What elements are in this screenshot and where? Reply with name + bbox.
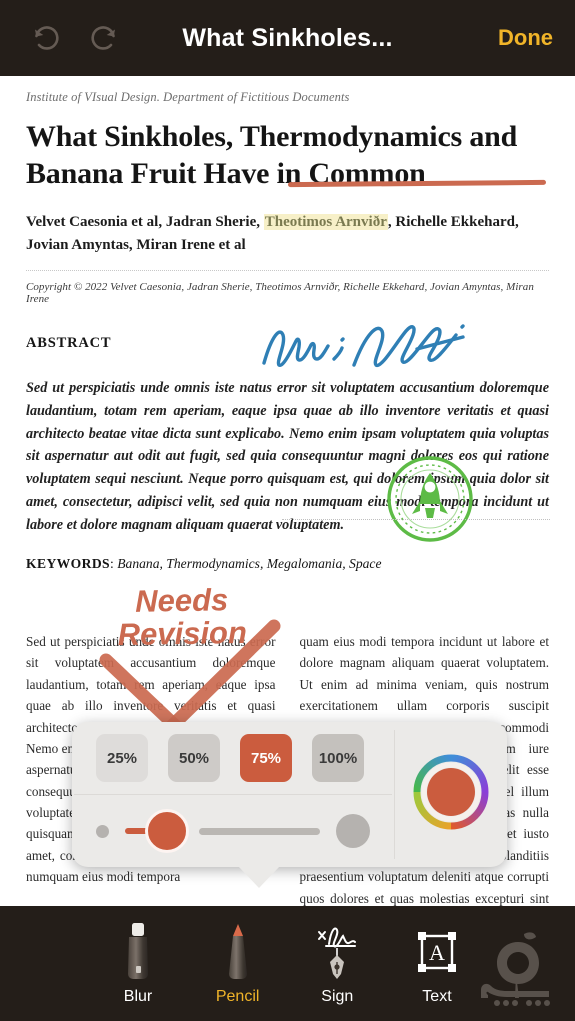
rocket-stamp-icon bbox=[387, 456, 473, 547]
top-toolbar: What Sinkholes... Done bbox=[0, 0, 575, 76]
color-wheel-picker[interactable] bbox=[413, 754, 489, 835]
tool-text-label: Text bbox=[422, 988, 452, 1005]
tool-pencil[interactable]: Pencil bbox=[195, 920, 281, 1006]
popup-right-section bbox=[395, 722, 507, 867]
slider-track-remaining bbox=[199, 827, 320, 835]
annotation-line1: Needs bbox=[134, 582, 229, 619]
text-box-icon: A bbox=[394, 920, 480, 982]
copyright-line: Copyright © 2022 Velvet Caesonia, Jadran… bbox=[26, 281, 534, 306]
popup-left-section: 25% 50% 75% 100% bbox=[72, 722, 394, 867]
tool-pencil-label: Pencil bbox=[215, 988, 260, 1005]
divider-dotted-mid bbox=[282, 519, 550, 520]
blur-marker-icon bbox=[95, 920, 181, 982]
size-button-100[interactable]: 100% bbox=[312, 734, 364, 782]
tool-text[interactable]: A Text bbox=[394, 920, 480, 1006]
annotation-line2: Revision bbox=[117, 615, 248, 653]
popup-pointer-tail bbox=[238, 866, 280, 888]
keywords-value: Banana, Thermodynamics, Megalomania, Spa… bbox=[117, 556, 382, 572]
slider-knob[interactable] bbox=[145, 809, 189, 853]
slider-track[interactable] bbox=[125, 809, 320, 853]
size-button-75[interactable]: 75% bbox=[240, 734, 292, 782]
signature-pen-icon bbox=[294, 920, 380, 982]
brush-size-slider[interactable] bbox=[72, 795, 394, 867]
pencil-options-popup: 25% 50% 75% 100% bbox=[72, 722, 507, 867]
size-presets: 25% 50% 75% 100% bbox=[72, 722, 394, 794]
divider-dotted-top bbox=[26, 270, 549, 272]
tool-list: Blur Pencil Sign A Text bbox=[95, 920, 480, 1016]
size-button-50[interactable]: 50% bbox=[168, 734, 220, 782]
bottom-toolbar: Blur Pencil Sign A Text bbox=[0, 906, 575, 1021]
highlighted-author: Theotimos Arnviðr bbox=[263, 214, 388, 231]
authors-pre: Velvet Caesonia et al, Jadran Sherie, bbox=[26, 214, 264, 231]
tool-sign-label: Sign bbox=[321, 988, 354, 1005]
size-button-25[interactable]: 25% bbox=[96, 734, 148, 782]
authors-line: Velvet Caesonia et al, Jadran Sherie, Th… bbox=[26, 211, 549, 256]
app-root: What Sinkholes... Done Institute of VIsu… bbox=[0, 0, 575, 1021]
signature-scribble bbox=[256, 313, 471, 384]
abstract-header-row: ABSTRACT bbox=[26, 324, 549, 377]
pencil-icon bbox=[195, 920, 281, 982]
soft98-logo-watermark bbox=[475, 928, 561, 1013]
slider-min-dot-icon bbox=[96, 824, 109, 838]
keywords-line: KEYWORDS: Banana, Thermodynamics, Megalo… bbox=[26, 556, 382, 572]
svg-text:A: A bbox=[429, 940, 445, 965]
done-button[interactable]: Done bbox=[498, 25, 553, 51]
history-controls bbox=[30, 21, 120, 55]
slider-max-dot-icon bbox=[336, 814, 370, 848]
redo-arrow-icon[interactable] bbox=[86, 21, 120, 55]
tool-blur-label: Blur bbox=[123, 988, 153, 1005]
institute-line: Institute of VIsual Design. Department o… bbox=[26, 90, 350, 104]
keywords-label: KEYWORDS bbox=[26, 556, 111, 572]
tool-sign[interactable]: Sign bbox=[294, 920, 380, 1006]
tool-blur[interactable]: Blur bbox=[95, 920, 181, 1006]
document-title: What Sinkholes, Thermodynamics and Banan… bbox=[26, 119, 549, 192]
undo-arrow-icon[interactable] bbox=[30, 21, 64, 55]
document-title-line1: What Sinkholes, Thermodynamics and bbox=[26, 120, 518, 153]
needs-revision-annotation: Needs Revision bbox=[96, 582, 267, 653]
